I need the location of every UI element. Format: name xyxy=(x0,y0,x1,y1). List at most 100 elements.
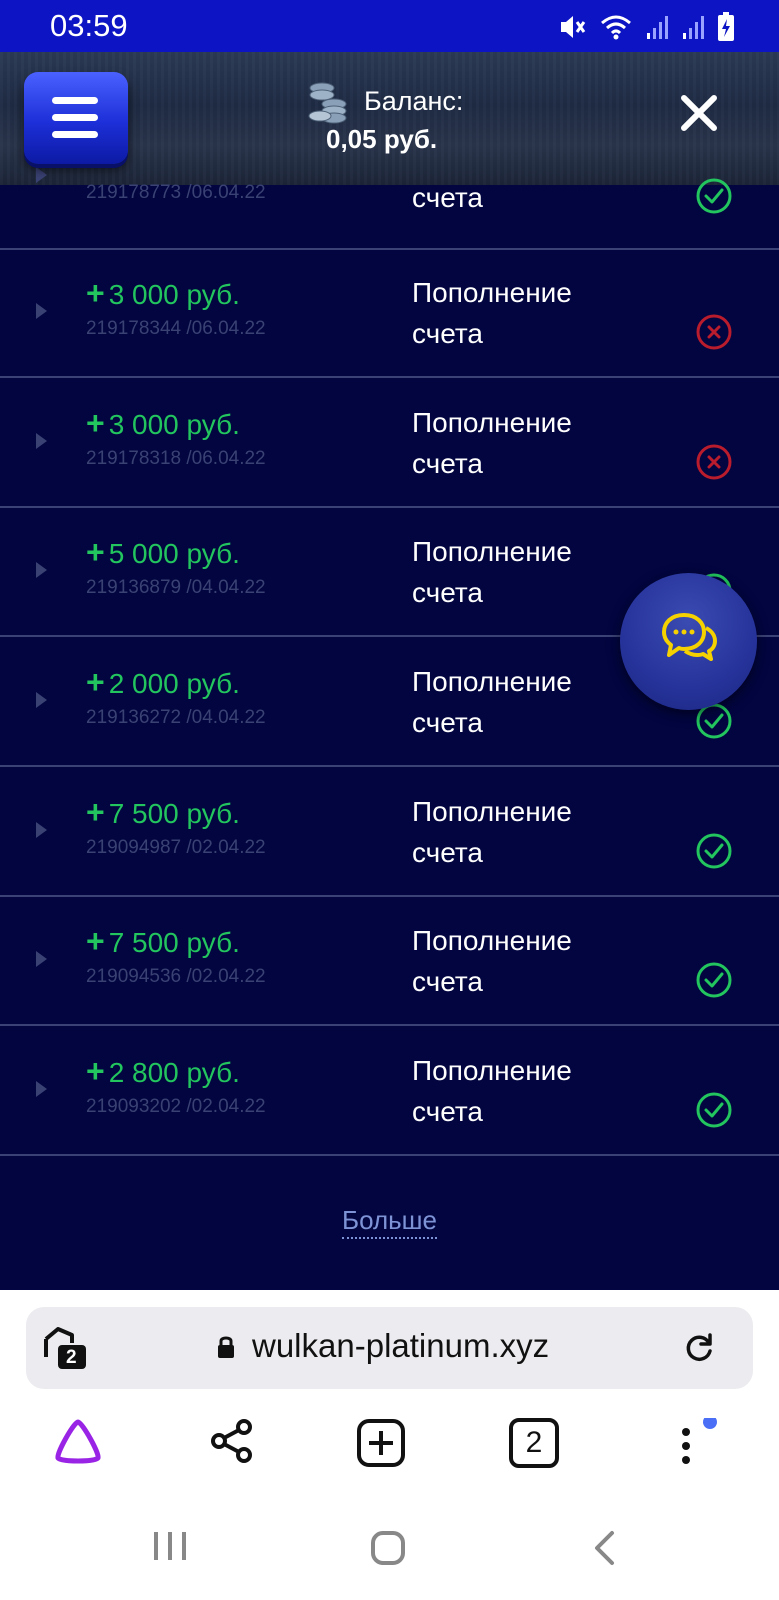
more-link-container: Больше xyxy=(0,1205,779,1239)
new-tab-icon[interactable] xyxy=(356,1418,406,1468)
tabs-shield-button[interactable]: 2 xyxy=(42,1325,88,1371)
expand-arrow-icon[interactable] xyxy=(36,1081,47,1097)
transaction-row[interactable]: +2 800 руб. 219093202 /02.04.22 Пополнение… xyxy=(0,1026,779,1156)
transaction-amount: +7 500 руб. xyxy=(86,794,240,831)
home-icon[interactable] xyxy=(370,1530,406,1566)
expand-arrow-icon[interactable] xyxy=(36,822,47,838)
amount-value: 2 800 руб. xyxy=(108,1057,240,1088)
transaction-description-line2: счета xyxy=(412,1096,483,1127)
back-icon[interactable] xyxy=(592,1530,616,1566)
balance-value: 0,05 руб. xyxy=(326,124,438,154)
transaction-id-date: 219094987 /02.04.22 xyxy=(86,837,266,858)
transaction-description-line1: Пополнение xyxy=(412,277,572,308)
more-vertical-icon xyxy=(682,1415,717,1464)
battery-charging-icon xyxy=(718,12,734,41)
signal-icon-1 xyxy=(647,16,668,39)
menu-button[interactable] xyxy=(24,72,128,164)
transaction-description-line2: счета xyxy=(412,837,483,868)
mute-vibrate-icon xyxy=(561,16,586,38)
shield-tabs-icon xyxy=(44,1327,86,1369)
status-bar: 03:59 xyxy=(0,0,779,52)
plus-sign: + xyxy=(86,794,105,830)
tabs-shield-count: 2 xyxy=(66,1347,77,1368)
expand-arrow-icon[interactable] xyxy=(36,433,47,449)
failed-x-icon xyxy=(696,444,732,480)
lock-icon xyxy=(218,1336,234,1358)
plus-sign: + xyxy=(86,1053,105,1089)
transaction-row[interactable]: +7 500 руб. 219094987 /02.04.22 Пополнение… xyxy=(0,767,779,897)
reload-icon[interactable] xyxy=(682,1331,716,1365)
expand-arrow-icon[interactable] xyxy=(36,562,47,578)
balance-label: Баланс: xyxy=(364,86,464,116)
signal-icon-2 xyxy=(683,16,704,39)
coins-icon xyxy=(308,82,347,124)
success-check-icon xyxy=(696,833,732,869)
status-icons xyxy=(557,12,735,42)
amount-value: 3 000 руб. xyxy=(108,409,240,440)
expand-arrow-icon[interactable] xyxy=(36,167,47,183)
transaction-row[interactable]: +7 500 руб. 219094536 /02.04.22 Пополнение… xyxy=(0,896,779,1026)
success-check-icon xyxy=(696,962,732,998)
expand-arrow-icon[interactable] xyxy=(36,303,47,319)
status-time: 03:59 xyxy=(50,8,128,43)
transaction-id-date: 219178318 /06.04.22 xyxy=(86,448,266,469)
transaction-description-line1: Пополнение xyxy=(412,796,572,827)
expand-arrow-icon[interactable] xyxy=(36,692,47,708)
address-bar[interactable]: 2 wulkan-platinum.xyz xyxy=(26,1307,753,1389)
transaction-description-line2: счета xyxy=(412,577,483,608)
transaction-id-date: 219136879 /04.04.22 xyxy=(86,577,266,598)
transaction-amount: +3 000 руб. xyxy=(86,275,240,312)
plus-sign: + xyxy=(86,534,105,570)
plus-sign: + xyxy=(86,275,105,311)
transaction-row[interactable]: +3 000 руб. 219178344 /06.04.22 Пополнение… xyxy=(0,248,779,378)
transaction-description-line1: Пополнение xyxy=(412,925,572,956)
transaction-amount: +2 000 руб. xyxy=(86,664,240,701)
success-check-icon xyxy=(696,178,732,214)
hamburger-menu-icon xyxy=(52,114,98,121)
more-link[interactable]: Больше xyxy=(342,1205,437,1239)
transaction-description-line2: счета xyxy=(412,182,483,213)
amount-value: 5 000 руб. xyxy=(108,538,240,569)
amount-value: 7 500 руб. xyxy=(108,798,240,829)
share-icon[interactable] xyxy=(210,1418,254,1464)
transaction-id-date: 219136272 /04.04.22 xyxy=(86,707,266,728)
transaction-description-line2: счета xyxy=(412,318,483,349)
transaction-id-date: 219178773 /06.04.22 xyxy=(86,182,266,203)
close-icon[interactable] xyxy=(680,94,718,132)
failed-x-icon xyxy=(696,314,732,350)
amount-value: 2 000 руб. xyxy=(108,668,240,699)
transaction-amount: +3 000 руб. xyxy=(86,405,240,442)
browser-chrome: 2 wulkan-platinum.xyz 2 xyxy=(0,1290,779,1600)
transaction-description-line2: счета xyxy=(412,966,483,997)
transaction-amount: +7 500 руб. xyxy=(86,923,240,960)
transaction-description-line1: Пополнение xyxy=(412,666,572,697)
tabs-count: 2 xyxy=(525,1426,543,1459)
amount-value: 7 500 руб. xyxy=(108,927,240,958)
transaction-id-date: 219093202 /02.04.22 xyxy=(86,1096,266,1117)
more-menu-button[interactable] xyxy=(670,1415,720,1474)
recent-apps-icon[interactable] xyxy=(152,1530,188,1562)
chat-icon xyxy=(662,613,717,661)
transaction-amount: +2 800 руб. xyxy=(86,1053,240,1090)
alice-assistant-icon[interactable] xyxy=(52,1418,104,1464)
wifi-icon xyxy=(601,15,631,40)
transaction-amount: +5 000 руб. xyxy=(86,534,240,571)
transaction-description-line1: Пополнение xyxy=(412,407,572,438)
hamburger-menu-icon xyxy=(52,97,98,104)
tabs-button[interactable]: 2 xyxy=(509,1418,559,1468)
transaction-description-line2: счета xyxy=(412,707,483,738)
plus-sign: + xyxy=(86,664,105,700)
amount-value: 3 000 руб. xyxy=(108,279,240,310)
plus-sign: + xyxy=(86,405,105,441)
plus-sign: + xyxy=(86,923,105,959)
transaction-id-date: 219178344 /06.04.22 xyxy=(86,318,266,339)
chat-button[interactable] xyxy=(620,573,757,710)
expand-arrow-icon[interactable] xyxy=(36,951,47,967)
transaction-description-line1: Пополнение xyxy=(412,1055,572,1086)
transaction-row[interactable]: +3 000 руб. 219178318 /06.04.22 Пополнение… xyxy=(0,378,779,508)
transaction-id-date: 219094536 /02.04.22 xyxy=(86,966,266,987)
transaction-description-line2: счета xyxy=(412,448,483,479)
transaction-description-line1: Пополнение xyxy=(412,536,572,567)
url-text[interactable]: wulkan-platinum.xyz xyxy=(252,1327,549,1365)
hamburger-menu-icon xyxy=(52,131,98,138)
